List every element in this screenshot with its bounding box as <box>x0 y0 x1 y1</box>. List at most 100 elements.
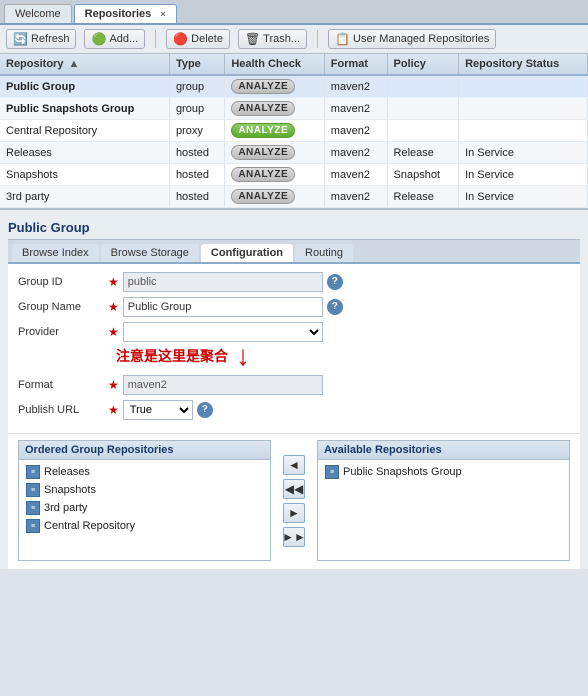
col-health-check: Health Check <box>225 54 324 75</box>
table-row[interactable]: Public GroupgroupANALYZEmaven2 <box>0 75 588 98</box>
refresh-button[interactable]: 🔄 Refresh <box>6 29 76 49</box>
group-name-input[interactable] <box>123 297 323 317</box>
tab-repositories-label: Repositories <box>85 8 152 20</box>
publish-url-required: ★ <box>108 403 119 417</box>
table-row[interactable]: Public Snapshots GroupgroupANALYZEmaven2 <box>0 98 588 120</box>
repo-type-cell: hosted <box>169 164 224 186</box>
sub-tab-browse-index[interactable]: Browse Index <box>12 244 99 262</box>
repo-analyze-cell: ANALYZE <box>225 98 324 120</box>
available-repos-box: Available Repositories ≡ Public Snapshot… <box>317 440 570 561</box>
group-id-help[interactable]: ? <box>327 274 343 290</box>
table-row[interactable]: 3rd partyhostedANALYZEmaven2ReleaseIn Se… <box>0 186 588 208</box>
trash-button[interactable]: 🗑 Trash... <box>238 29 307 49</box>
add-icon: 🟢 <box>91 32 106 46</box>
repo-icon: ≡ <box>26 501 40 515</box>
publish-url-select[interactable]: True False <box>123 400 193 420</box>
sub-tab-browse-storage[interactable]: Browse Storage <box>101 244 199 262</box>
repo-analyze-cell: ANALYZE <box>225 164 324 186</box>
publish-url-help[interactable]: ? <box>197 402 213 418</box>
table-row[interactable]: ReleaseshostedANALYZEmaven2ReleaseIn Ser… <box>0 142 588 164</box>
publish-url-row: Publish URL ★ True False ? <box>18 400 570 420</box>
repo-name-cell: 3rd party <box>0 186 169 208</box>
sub-tab-configuration[interactable]: Configuration <box>201 244 293 262</box>
repo-status-cell: In Service <box>459 142 588 164</box>
repo-format-cell: maven2 <box>324 164 387 186</box>
arrow-left-all-button[interactable]: ◀◀ <box>283 479 305 499</box>
publish-url-label: Publish URL <box>18 404 108 416</box>
repo-name-cell: Snapshots <box>0 164 169 186</box>
format-required: ★ <box>108 378 119 392</box>
group-name-help[interactable]: ? <box>327 299 343 315</box>
main-tab-bar: Welcome Repositories × <box>0 0 588 25</box>
arrow-right-all-button[interactable]: ►► <box>283 527 305 547</box>
sub-tab-routing[interactable]: Routing <box>295 244 353 262</box>
repo-status-cell <box>459 98 588 120</box>
repo-policy-cell: Snapshot <box>387 164 459 186</box>
analyze-button[interactable]: ANALYZE <box>231 79 295 94</box>
available-repo-item[interactable]: ≡ Public Snapshots Group <box>322 463 565 481</box>
analyze-button[interactable]: ANALYZE <box>231 145 295 160</box>
ordered-repo-item[interactable]: ≡ Releases <box>23 463 266 481</box>
group-id-required: ★ <box>108 275 119 289</box>
ordered-repo-item[interactable]: ≡ Central Repository <box>23 517 266 535</box>
format-input <box>123 375 323 395</box>
analyze-button[interactable]: ANALYZE <box>231 167 295 182</box>
toolbar-separator <box>155 30 156 48</box>
arrow-right-button[interactable]: ► <box>283 503 305 523</box>
repo-policy-cell: Release <box>387 142 459 164</box>
refresh-icon: 🔄 <box>13 32 28 46</box>
group-id-row: Group ID ★ ? <box>18 272 570 292</box>
available-repos-title: Available Repositories <box>318 441 569 460</box>
trash-label: Trash... <box>263 33 300 45</box>
user-managed-button[interactable]: 📋 User Managed Repositories <box>328 29 496 49</box>
repository-table-container: Repository ▲ Type Health Check Format Po… <box>0 54 588 210</box>
repo-name-cell: Central Repository <box>0 120 169 142</box>
tab-repositories-close[interactable]: × <box>160 9 165 19</box>
delete-label: Delete <box>191 33 223 45</box>
table-row[interactable]: Central RepositoryproxyANALYZEmaven2 <box>0 120 588 142</box>
sort-arrow: ▲ <box>69 58 80 70</box>
repo-name-cell: Public Group <box>0 75 169 98</box>
repo-type-cell: group <box>169 98 224 120</box>
annotation-text: 注意是这里是聚合 <box>116 346 228 366</box>
analyze-button[interactable]: ANALYZE <box>231 101 295 116</box>
repo-format-cell: maven2 <box>324 186 387 208</box>
provider-select[interactable] <box>123 322 323 342</box>
repo-analyze-cell: ANALYZE <box>225 186 324 208</box>
available-repos-list: ≡ Public Snapshots Group <box>318 460 569 560</box>
repo-format-cell: maven2 <box>324 120 387 142</box>
repo-format-cell: maven2 <box>324 98 387 120</box>
arrow-buttons: ◄ ◀◀ ► ►► <box>279 440 309 561</box>
ordered-repo-item[interactable]: ≡ Snapshots <box>23 481 266 499</box>
delete-icon: 🔴 <box>173 32 188 46</box>
group-id-input[interactable] <box>123 272 323 292</box>
repo-name-cell: Releases <box>0 142 169 164</box>
ordered-repo-item[interactable]: ≡ 3rd party <box>23 499 266 517</box>
repo-analyze-cell: ANALYZE <box>225 142 324 164</box>
repo-policy-cell: Release <box>387 186 459 208</box>
tab-welcome[interactable]: Welcome <box>4 4 72 23</box>
tab-repositories[interactable]: Repositories × <box>74 4 177 23</box>
repo-lists: Ordered Group Repositories ≡ Releases≡ S… <box>8 433 580 569</box>
group-name-label: Group Name <box>18 301 108 313</box>
repo-status-cell <box>459 75 588 98</box>
add-button[interactable]: 🟢 Add... <box>84 29 145 49</box>
col-policy: Policy <box>387 54 459 75</box>
analyze-button[interactable]: ANALYZE <box>231 189 295 204</box>
detail-panel: Public Group Browse Index Browse Storage… <box>0 210 588 569</box>
group-name-row: Group Name ★ ? <box>18 297 570 317</box>
repo-policy-cell <box>387 120 459 142</box>
analyze-button[interactable]: ANALYZE <box>231 123 295 138</box>
provider-row: Provider ★ <box>18 322 570 342</box>
format-label: Format <box>18 379 108 391</box>
repo-type-cell: hosted <box>169 186 224 208</box>
table-header-row: Repository ▲ Type Health Check Format Po… <box>0 54 588 75</box>
group-name-required: ★ <box>108 300 119 314</box>
arrow-left-button[interactable]: ◄ <box>283 455 305 475</box>
provider-required: ★ <box>108 325 119 339</box>
table-row[interactable]: SnapshotshostedANALYZEmaven2SnapshotIn S… <box>0 164 588 186</box>
config-form: Group ID ★ ? Group Name ★ ? Provider ★ 注… <box>8 264 580 433</box>
col-format: Format <box>324 54 387 75</box>
repo-type-cell: group <box>169 75 224 98</box>
delete-button[interactable]: 🔴 Delete <box>166 29 230 49</box>
